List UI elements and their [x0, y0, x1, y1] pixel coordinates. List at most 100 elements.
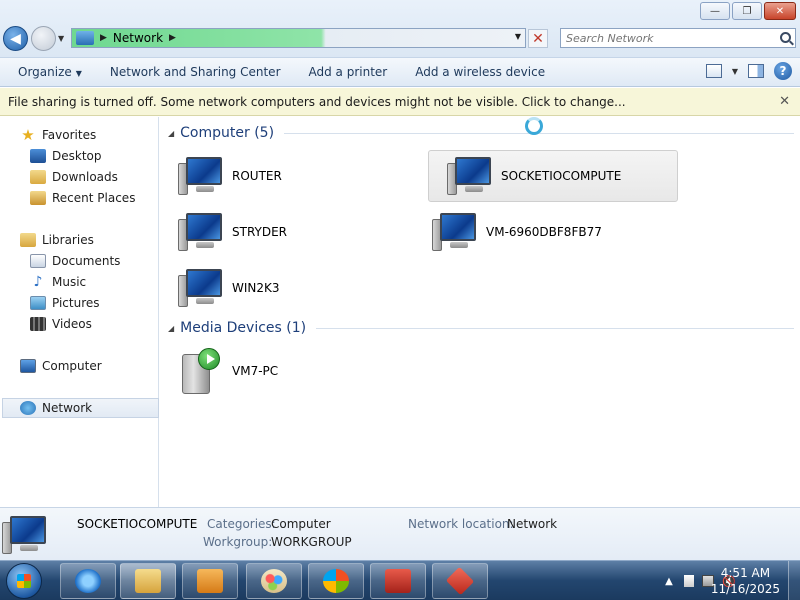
nav-music-label: Music: [52, 275, 87, 289]
documents-icon: [30, 254, 46, 268]
categories-value: Computer: [271, 517, 331, 531]
nav-network-label: Network: [42, 401, 93, 415]
system-clock[interactable]: 4:51 AM 11/16/2025: [711, 565, 780, 597]
chevron-down-icon: ▼: [75, 69, 82, 78]
forward-button[interactable]: [31, 26, 56, 51]
media-device-item[interactable]: VM7-PC: [160, 345, 410, 397]
taskbar-internet-explorer[interactable]: [60, 563, 116, 599]
details-item-name: SOCKETIOCOMPUTE: [77, 517, 198, 531]
star-icon: ★: [21, 126, 35, 144]
internet-explorer-icon: [75, 569, 101, 593]
back-button[interactable]: ◀: [3, 26, 28, 51]
stop-button[interactable]: ✕: [528, 29, 548, 48]
window-controls: — ❐ ✕: [700, 2, 796, 20]
nav-desktop-label: Desktop: [52, 149, 102, 163]
red-box-icon: [445, 566, 475, 596]
collapse-arrow-icon[interactable]: ◢: [168, 129, 174, 138]
computer-item-label: SOCKETIOCOMPUTE: [501, 169, 622, 183]
taskbar-media-player[interactable]: [182, 563, 238, 599]
view-controls: ▼ ?: [705, 62, 792, 80]
change-view-icon[interactable]: [705, 64, 722, 78]
recent-pages-dropdown[interactable]: ▼: [58, 34, 64, 43]
toolbox-icon: [385, 569, 411, 593]
close-button[interactable]: ✕: [764, 2, 796, 20]
paint-palette-icon: [261, 569, 287, 593]
pictures-icon: [30, 296, 46, 310]
computer-item[interactable]: STRYDER: [160, 206, 410, 258]
breadcrumb-network[interactable]: Network: [113, 31, 163, 45]
navigation-pane: ★ Favorites Desktop Downloads Recent Pla…: [0, 117, 159, 507]
libraries-icon: [20, 233, 36, 247]
breadcrumb-chevron-icon[interactable]: ▶: [169, 33, 176, 43]
help-icon[interactable]: ?: [774, 62, 792, 80]
music-note-icon: ♪: [33, 274, 43, 290]
computer-icon: [178, 267, 224, 309]
computer-item[interactable]: VM-6960DBF8FB77: [414, 206, 664, 258]
clock-time: 4:51 AM: [720, 566, 771, 580]
search-box[interactable]: [560, 28, 796, 48]
computer-icon: [432, 211, 478, 253]
computer-item-label: ROUTER: [232, 169, 282, 183]
search-icon[interactable]: [780, 32, 791, 43]
nav-recent-places-label: Recent Places: [52, 191, 136, 205]
collapse-arrow-icon[interactable]: ◢: [168, 324, 174, 333]
taskbar-toolbox-app[interactable]: [370, 563, 426, 599]
nav-libraries[interactable]: Libraries: [20, 230, 177, 250]
computer-icon: [2, 514, 48, 556]
computer-item[interactable]: WIN2K3: [160, 262, 410, 314]
back-arrow-icon: ◀: [10, 30, 21, 47]
action-center-flag-icon[interactable]: [684, 575, 694, 587]
start-button[interactable]: [6, 563, 42, 599]
maximize-button[interactable]: ❐: [732, 2, 762, 20]
infobar-close-icon[interactable]: ✕: [779, 94, 790, 109]
search-input[interactable]: [566, 31, 766, 45]
nav-pictures-label: Pictures: [52, 296, 100, 310]
nav-favorites[interactable]: ★ Favorites: [20, 125, 177, 145]
taskbar-windows-app[interactable]: [308, 563, 364, 599]
network-icon: [76, 31, 94, 45]
address-dropdown-icon[interactable]: ▼: [515, 32, 521, 41]
taskbar-windows-explorer[interactable]: [120, 563, 176, 599]
nav-libraries-label: Libraries: [42, 233, 94, 247]
show-desktop-button[interactable]: [788, 561, 800, 600]
breadcrumb-chevron-icon[interactable]: ▶: [100, 33, 107, 43]
computer-item-label: WIN2K3: [232, 281, 280, 295]
computer-icon: [447, 155, 493, 197]
computer-item[interactable]: SOCKETIOCOMPUTE: [428, 150, 678, 202]
group-header-media-devices[interactable]: ◢ Media Devices (1): [168, 320, 794, 336]
show-hidden-icons-icon[interactable]: ▲: [662, 574, 676, 588]
computer-item[interactable]: ROUTER: [160, 150, 410, 202]
network-icon: [20, 401, 36, 415]
organize-menu[interactable]: Organize ▼: [0, 65, 96, 79]
nav-network[interactable]: Network: [2, 398, 159, 418]
computer-icon: [178, 211, 224, 253]
preview-pane-icon[interactable]: [748, 64, 764, 78]
network-location-value: Network: [507, 517, 558, 531]
nav-computer-label: Computer: [42, 359, 102, 373]
computer-item-label: VM-6960DBF8FB77: [486, 225, 602, 239]
add-wireless-device-button[interactable]: Add a wireless device: [401, 65, 559, 79]
network-location-label: Network location:: [408, 517, 514, 531]
clock-date: 11/16/2025: [710, 582, 780, 596]
media-device-icon: [178, 348, 224, 394]
minimize-button[interactable]: —: [700, 2, 730, 20]
nav-downloads-label: Downloads: [52, 170, 118, 184]
details-pane: SOCKETIOCOMPUTE Categories: Computer Wor…: [0, 507, 800, 560]
media-player-icon: [197, 569, 223, 593]
downloads-folder-icon: [30, 170, 46, 184]
taskbar-paint[interactable]: [246, 563, 302, 599]
group-divider: [316, 327, 794, 329]
desktop-icon: [30, 149, 46, 163]
group-header-computer[interactable]: ◢ Computer (5): [168, 125, 794, 141]
add-printer-button[interactable]: Add a printer: [295, 65, 402, 79]
address-bar[interactable]: ▶ Network ▶ ▼: [71, 28, 526, 48]
categories-label: Categories:: [207, 517, 276, 531]
recent-places-icon: [30, 191, 46, 205]
view-options-dropdown[interactable]: ▼: [732, 67, 738, 76]
nav-computer[interactable]: Computer: [20, 356, 177, 376]
network-sharing-center-button[interactable]: Network and Sharing Center: [96, 65, 295, 79]
infobar-message[interactable]: File sharing is turned off. Some network…: [8, 95, 626, 109]
file-sharing-infobar[interactable]: File sharing is turned off. Some network…: [0, 88, 800, 116]
taskbar-red-app[interactable]: [432, 563, 488, 599]
group-title-computer: Computer (5): [180, 125, 275, 141]
